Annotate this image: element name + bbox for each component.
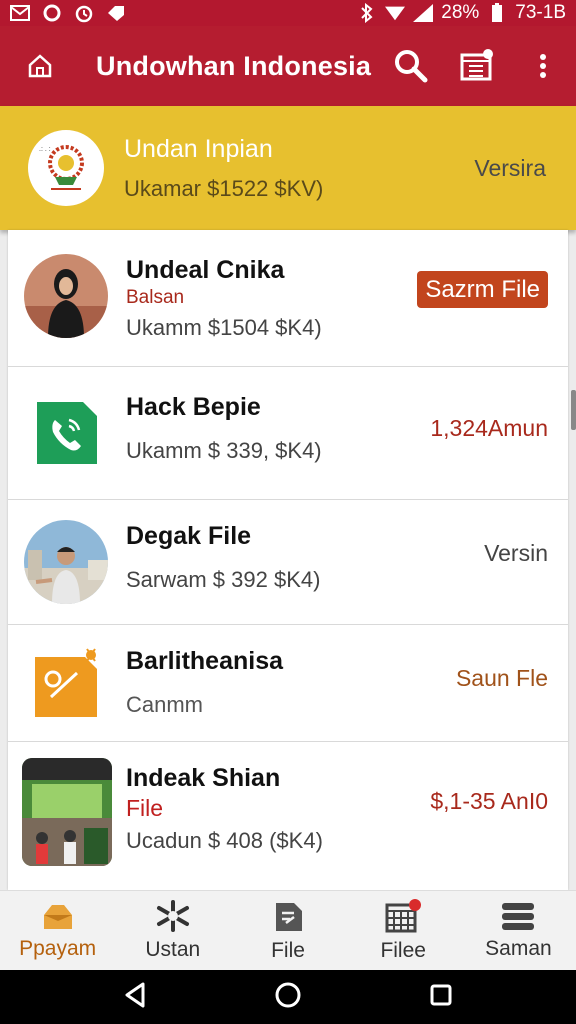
item-meta: Sarwam $ 392 $K4) <box>126 567 321 592</box>
home-system-button[interactable] <box>274 981 302 1014</box>
item-title: Degak File <box>126 522 252 550</box>
nav-label: Ppayam <box>19 936 97 960</box>
system-navigation-bar <box>0 970 576 1024</box>
nav-label: File <box>271 938 305 962</box>
svg-text:.: . :: .: . : <box>39 146 51 153</box>
search-icon <box>395 50 428 83</box>
item-action-label[interactable]: Saun Fle <box>456 665 548 692</box>
item-meta: Canmm <box>126 692 204 717</box>
featured-subtitle: Ukamar $1522 $KV) <box>124 175 324 201</box>
item-version-label: Versin <box>484 540 548 566</box>
item-title: Barlitheanisa <box>126 647 284 675</box>
recents-square-icon <box>430 984 452 1005</box>
battery-percent: 28% <box>441 2 480 23</box>
bluetooth-icon <box>357 3 377 23</box>
wifi-icon <box>385 4 406 22</box>
signal-icon <box>413 4 434 22</box>
tool-app-icon <box>24 641 108 725</box>
nav-tab-file[interactable]: File <box>230 891 345 970</box>
alarm-icon <box>74 4 94 23</box>
recents-button[interactable] <box>429 983 453 1012</box>
circle-notification-icon <box>42 4 62 22</box>
phone-app-icon <box>24 391 108 475</box>
avatar <box>24 520 108 604</box>
calendar-icon <box>385 898 422 932</box>
more-vert-icon <box>540 54 546 78</box>
calendar-button[interactable] <box>444 26 510 106</box>
more-options-button[interactable] <box>510 26 576 106</box>
page-title: Undowhan Indonesia <box>96 50 372 81</box>
item-tag: Balsan <box>126 287 185 308</box>
bottom-navigation: Ppayam Ustan File Filee Saman <box>0 890 576 970</box>
item-tag: File <box>126 795 164 821</box>
list-item[interactable]: Barlitheanisa Canmm Saun Fle <box>8 625 568 742</box>
app-bar: Undowhan Indonesia <box>0 26 576 106</box>
stack-icon <box>502 902 535 930</box>
featured-name: Undan Inpian <box>124 134 273 163</box>
tag-icon <box>106 4 126 22</box>
item-amount: 1,324Amun <box>430 415 548 441</box>
home-circle-icon <box>275 982 301 1007</box>
list-item[interactable]: Degak File Sarwam $ 392 $K4) Versin <box>8 500 568 625</box>
item-title: Undeal Cnika <box>126 256 285 284</box>
home-icon <box>28 54 52 78</box>
nav-label: Ustan <box>145 937 201 961</box>
status-bar: 28% 73-1B <box>0 0 576 26</box>
file-list: Undeal Cnika Balsan Ukamm $1504 $K4) Saz… <box>8 230 568 890</box>
emblem-logo: .: . : <box>28 130 104 206</box>
calendar-grid-icon <box>460 49 493 81</box>
home-button[interactable] <box>0 26 80 106</box>
sparkle-icon <box>156 899 189 932</box>
clock: 73-1B <box>515 2 566 23</box>
search-button[interactable] <box>378 26 444 106</box>
item-amount: $,1-35 AnI0 <box>430 788 548 814</box>
nav-tab-filee[interactable]: Filee <box>346 891 461 970</box>
file-action-button[interactable]: Sazrm File <box>417 271 548 308</box>
battery-icon <box>487 3 507 22</box>
list-item[interactable]: Indeak Shian File Ucadun $ 408 ($K4) $,1… <box>8 742 568 890</box>
list-item[interactable]: Undeal Cnika Balsan Ukamm $1504 $K4) Saz… <box>8 230 568 367</box>
nav-tab-ustan[interactable]: Ustan <box>115 891 230 970</box>
item-meta: Ucadun $ 408 ($K4) <box>126 828 323 853</box>
back-button[interactable] <box>123 982 147 1013</box>
item-meta: Ukamm $1504 $K4) <box>126 315 322 340</box>
home-fold-icon <box>43 904 72 929</box>
item-meta: Ukamm $ 339, $K4) <box>126 438 322 463</box>
shop-photo <box>22 758 112 866</box>
back-triangle-icon <box>125 982 145 1007</box>
item-title: Indeak Shian <box>126 764 281 792</box>
nav-label: Filee <box>380 938 426 962</box>
file-icon <box>276 902 302 931</box>
nav-label: Saman <box>485 936 552 960</box>
gmail-icon <box>10 4 30 22</box>
nav-tab-ppayam[interactable]: Ppayam <box>0 891 115 970</box>
list-item[interactable]: Hack Bepie Ukamm $ 339, $K4) 1,324Amun <box>8 367 568 500</box>
avatar <box>24 254 108 338</box>
featured-version-label: Versira <box>474 154 546 181</box>
item-title: Hack Bepie <box>126 393 261 421</box>
featured-item[interactable]: .: . : Undan Inpian Ukamar $1522 $KV) Ve… <box>0 106 576 230</box>
nav-tab-saman[interactable]: Saman <box>461 891 576 970</box>
scrollbar[interactable] <box>571 390 576 430</box>
